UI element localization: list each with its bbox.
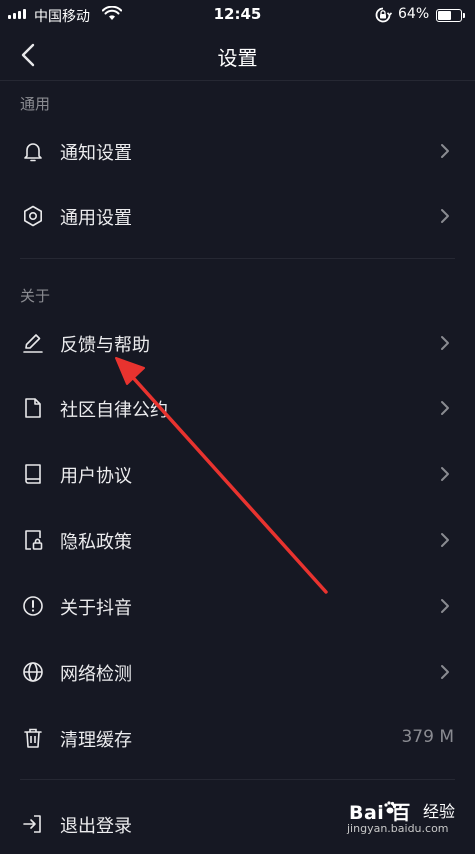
settings-item-label: 隐私政策	[60, 532, 132, 553]
chevron-right-icon	[441, 336, 449, 350]
trash-icon	[24, 728, 42, 748]
settings-item-about[interactable]: 关于抖音	[0, 576, 475, 636]
settings-item-label: 社区自律公约	[60, 400, 168, 421]
watermark-jingyan: 经验	[423, 802, 456, 821]
settings-item-label: 关于抖音	[60, 598, 132, 619]
chevron-right-icon	[441, 533, 449, 547]
globe-icon	[23, 662, 43, 682]
rotation-lock-icon	[375, 7, 392, 23]
chevron-right-icon	[441, 209, 449, 223]
settings-item-general[interactable]: 通用设置	[0, 186, 475, 246]
chevron-right-icon	[441, 599, 449, 613]
settings-item-user-agreement[interactable]: 用户协议	[0, 444, 475, 504]
watermark-url: jingyan.baidu.com	[347, 822, 449, 835]
watermark-brand: Bai 百	[349, 802, 411, 824]
settings-item-label: 通用设置	[60, 208, 132, 229]
settings-item-community-guidelines[interactable]: 社区自律公约	[0, 378, 475, 438]
settings-item-label: 反馈与帮助	[60, 335, 150, 356]
chevron-right-icon	[441, 665, 449, 679]
settings-item-privacy-policy[interactable]: 隐私政策	[0, 510, 475, 570]
settings-item-label: 清理缓存	[60, 730, 132, 751]
settings-item-label: 通知设置	[60, 143, 132, 164]
pencil-icon	[23, 334, 43, 353]
bell-icon	[24, 143, 42, 162]
lock-document-icon	[25, 530, 43, 550]
chevron-right-icon	[441, 467, 449, 481]
logout-icon	[23, 815, 41, 833]
section-label-general: 通用	[20, 95, 51, 113]
cache-size: 379 M	[401, 727, 454, 747]
settings-item-network-check[interactable]: 网络检测	[0, 642, 475, 702]
chevron-right-icon	[441, 401, 449, 415]
settings-item-label: 用户协议	[60, 466, 132, 487]
settings-item-notifications[interactable]: 通知设置	[0, 121, 475, 181]
section-divider	[20, 258, 455, 259]
page-title: 设置	[217, 46, 258, 70]
nav-bar: 设置	[0, 30, 475, 81]
section-label-about: 关于	[20, 287, 51, 305]
book-icon	[25, 464, 41, 484]
settings-item-feedback[interactable]: 反馈与帮助	[0, 313, 475, 373]
chevron-right-icon	[441, 144, 449, 158]
gear-icon	[24, 205, 42, 227]
settings-item-label: 网络检测	[60, 664, 132, 685]
battery-icon	[436, 9, 465, 22]
document-icon	[25, 398, 41, 418]
logout-label: 退出登录	[60, 816, 132, 837]
settings-item-clear-cache[interactable]: 清理缓存 379 M	[0, 708, 475, 768]
status-bar: 中国移动 12:45 64%	[0, 0, 475, 30]
battery-percent: 64%	[398, 6, 430, 22]
section-divider	[20, 779, 455, 780]
baidu-jingyan-watermark: Bai 百 经验 jingyan.baidu.com	[347, 798, 465, 838]
info-icon	[23, 596, 43, 616]
paw-icon	[384, 801, 397, 814]
